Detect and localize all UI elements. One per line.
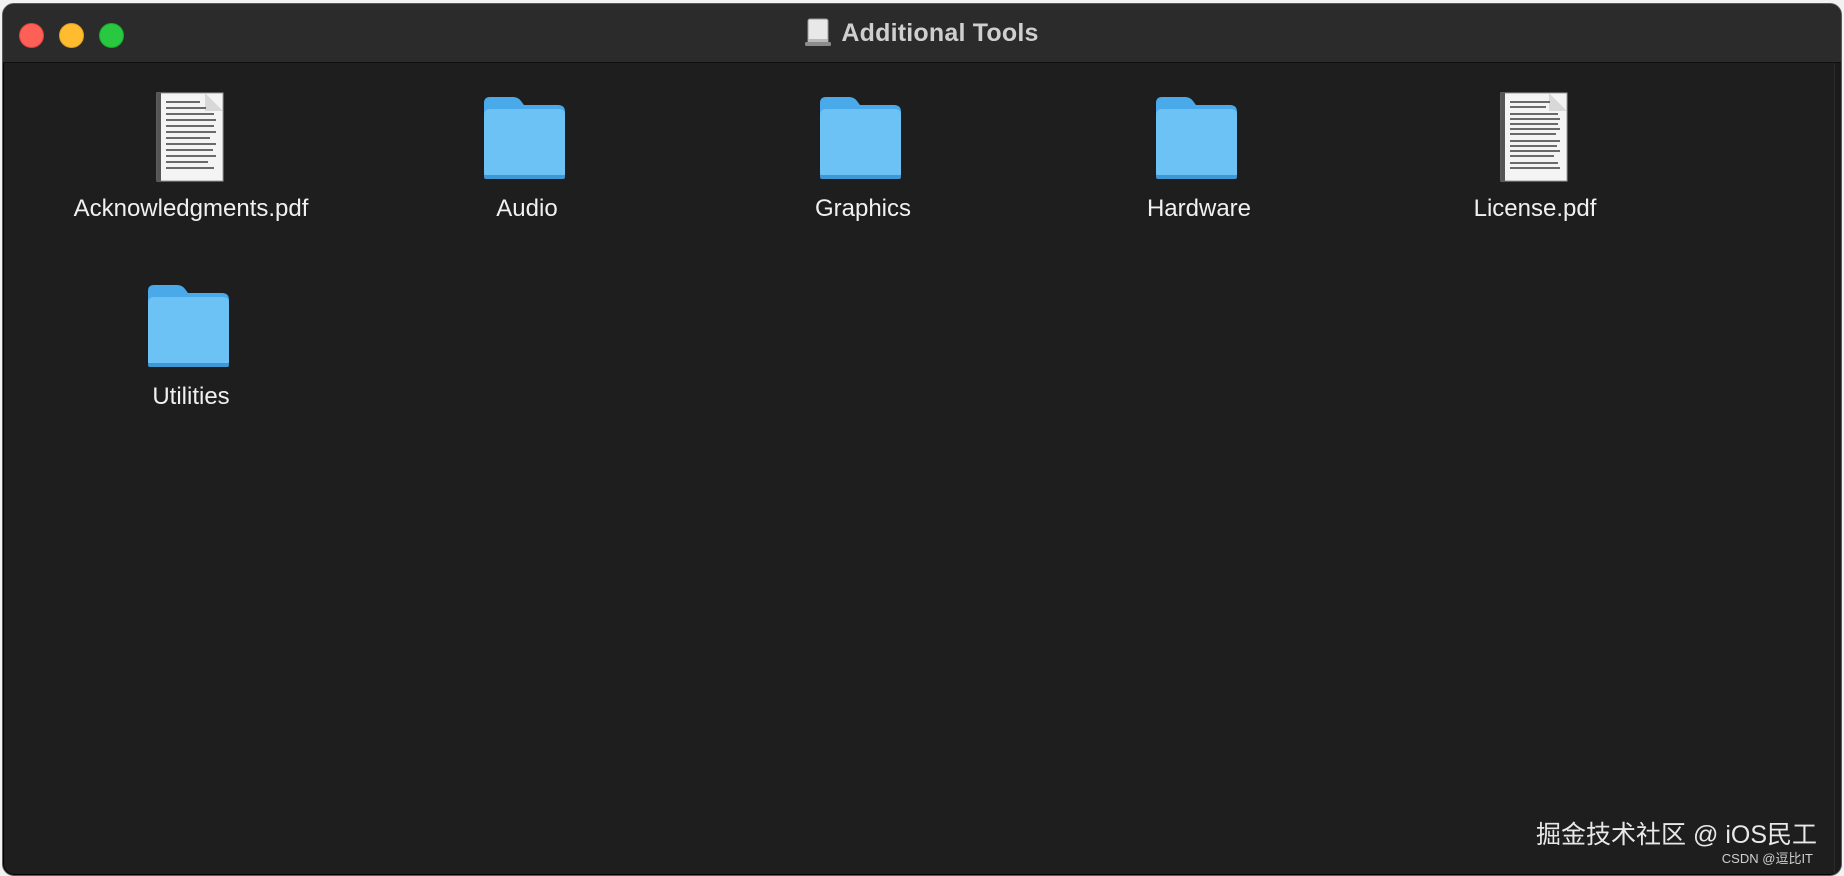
window-title-group: Additional Tools <box>3 4 1841 62</box>
folder-icon <box>713 91 1013 186</box>
file-label: Acknowledgments.pdf <box>73 195 309 222</box>
watermark-subtext: CSDN @逗比IT <box>1721 851 1813 866</box>
pdf-document-icon <box>41 91 341 186</box>
title-bar[interactable]: Additional Tools <box>3 4 1841 63</box>
folder-item[interactable]: Hardware <box>1049 91 1349 224</box>
disk-image-icon <box>805 18 832 46</box>
file-label: License.pdf <box>1473 195 1597 222</box>
folder-label: Hardware <box>1146 195 1252 222</box>
window-title: Additional Tools <box>841 18 1039 47</box>
file-item[interactable]: License.pdf <box>1385 91 1685 224</box>
pdf-document-icon <box>1385 91 1685 186</box>
folder-item[interactable]: Utilities <box>41 279 341 412</box>
folder-label: Utilities <box>152 383 230 410</box>
icon-view[interactable]: Acknowledgments.pdf Audio Graphics Hardw… <box>3 63 1841 875</box>
folder-label: Graphics <box>814 195 912 222</box>
folder-icon <box>377 91 677 186</box>
folder-label: Audio <box>496 195 558 222</box>
folder-icon <box>1049 91 1349 186</box>
watermark-text: 掘金技术社区 @ iOS民工 <box>1536 821 1817 849</box>
file-item[interactable]: Acknowledgments.pdf <box>41 91 341 224</box>
folder-icon <box>41 279 341 374</box>
scrollbar-track[interactable] <box>1834 63 1841 875</box>
folder-item[interactable]: Audio <box>377 91 677 224</box>
folder-item[interactable]: Graphics <box>713 91 1013 224</box>
finder-window: Additional Tools Acknowledgments.pdf Aud… <box>2 3 1842 876</box>
